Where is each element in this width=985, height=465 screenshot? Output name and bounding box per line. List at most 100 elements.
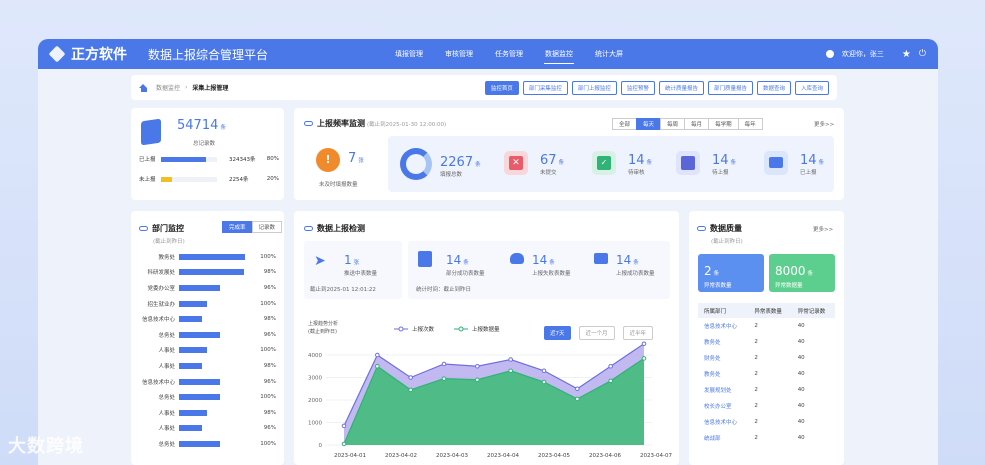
- data-point[interactable]: [408, 387, 413, 393]
- dept-row[interactable]: 科研发展处 98%: [131, 265, 276, 281]
- dept-link[interactable]: 财务处: [698, 350, 748, 366]
- data-point[interactable]: [375, 352, 380, 358]
- dept-link[interactable]: 信息技术中心: [698, 318, 748, 334]
- data-point[interactable]: [575, 386, 580, 392]
- dept-row[interactable]: 人事处 96%: [131, 421, 276, 437]
- quality-more-link[interactable]: 更多>>: [813, 225, 833, 233]
- dept-row[interactable]: 人事处 98%: [131, 405, 276, 421]
- cell: 2: [754, 435, 758, 441]
- data-point[interactable]: [508, 357, 513, 362]
- data-point[interactable]: [541, 379, 547, 385]
- dept-link[interactable]: 教务处: [698, 334, 748, 350]
- partial-unit: 条: [463, 260, 469, 266]
- tab-alert[interactable]: 监控预警: [620, 80, 655, 95]
- dept-bar: [179, 316, 203, 323]
- message-icon: [594, 253, 608, 264]
- detect-title-text: 数据上报检测: [317, 224, 365, 233]
- filter-monthly[interactable]: 每月: [684, 118, 710, 130]
- dept-link[interactable]: 教务处: [698, 366, 748, 382]
- power-icon[interactable]: ⏻: [919, 49, 926, 59]
- legend-label: 上报次数: [412, 325, 435, 333]
- table-row[interactable]: 教务处 2 40: [698, 334, 835, 350]
- frequency-more-link[interactable]: 更多>>: [814, 120, 834, 128]
- table-row[interactable]: 校长办公室 2 40: [698, 398, 835, 414]
- data-point[interactable]: [641, 356, 647, 361]
- home-icon[interactable]: [139, 83, 148, 92]
- dept-pct: 98%: [263, 362, 276, 369]
- data-point[interactable]: [375, 363, 380, 369]
- tab-dept-collect[interactable]: 部门采集监控: [522, 80, 568, 95]
- push-value: 1: [344, 253, 352, 267]
- dept-row[interactable]: 总务处 100%: [131, 389, 276, 405]
- table-row[interactable]: 信息技术中心 2 40: [698, 414, 835, 430]
- stat-unsubmitted: ✕ 67 条 未提交: [504, 149, 564, 176]
- cell: 2: [754, 387, 758, 393]
- data-point[interactable]: [641, 341, 647, 347]
- dept-row[interactable]: 人事处 100%: [131, 343, 276, 359]
- dept-row[interactable]: 总务处 96%: [131, 327, 276, 343]
- dept-row[interactable]: 招生就业办 100%: [131, 296, 276, 312]
- data-point[interactable]: [575, 396, 580, 402]
- dept-link[interactable]: 信息技术中心: [698, 414, 748, 430]
- dept-row[interactable]: 信息技术中心 96%: [131, 374, 276, 390]
- dept-row[interactable]: 教务处 100%: [131, 249, 276, 265]
- nav-review[interactable]: 审核管理: [434, 39, 484, 69]
- nav-fill[interactable]: 填报管理: [384, 39, 434, 69]
- table-row[interactable]: 教务处 2 40: [698, 366, 835, 382]
- nav-dashboard[interactable]: 统计大屏: [584, 39, 634, 69]
- table-row[interactable]: 财务处 2 40: [698, 350, 835, 366]
- data-point[interactable]: [475, 363, 480, 369]
- table-row[interactable]: 信息技术中心 2 40: [698, 318, 835, 334]
- tab-quality-report[interactable]: 统计质量报告: [658, 80, 704, 95]
- nav-monitor[interactable]: 数据监控: [534, 39, 584, 69]
- dept-link[interactable]: 统战部: [698, 430, 748, 446]
- dept-row[interactable]: 信息技术中心 98%: [131, 311, 276, 327]
- data-point[interactable]: [608, 363, 613, 369]
- filter-semester[interactable]: 每学期: [708, 118, 739, 130]
- clock-doc-icon: [681, 155, 695, 170]
- dept-name: 人事处: [158, 348, 175, 355]
- nav-task[interactable]: 任务管理: [484, 39, 534, 69]
- data-point[interactable]: [441, 376, 447, 381]
- table-row[interactable]: 统战部 2 40: [698, 430, 835, 446]
- tab-storage-query[interactable]: 入库查询: [794, 80, 829, 95]
- toggle-records[interactable]: 记录数: [251, 221, 283, 233]
- result-box: 14 条 部分成功表数量 14 条 上报失败表数量 14 条 上报成功表数量 统计时间…: [408, 241, 670, 299]
- overdue-unit: 张: [358, 158, 364, 164]
- stat-pending-report-unit: 条: [730, 160, 737, 166]
- reported-pct: 80%: [266, 156, 279, 162]
- cell: 40: [797, 339, 805, 345]
- tab-dept-report[interactable]: 部门上报监控: [571, 80, 617, 95]
- filter-all[interactable]: 全部: [612, 118, 638, 130]
- data-point[interactable]: [541, 368, 547, 374]
- star-icon[interactable]: ★: [902, 49, 911, 60]
- dept-row[interactable]: 总务处 100%: [131, 436, 276, 452]
- tab-dept-quality[interactable]: 部门质量报告: [707, 80, 753, 95]
- breadcrumb-parent[interactable]: 数据监控: [156, 83, 180, 92]
- table-doc-icon: [418, 251, 432, 267]
- dept-name: 人事处: [158, 410, 175, 417]
- filter-weekly[interactable]: 每周: [660, 118, 686, 130]
- dept-row[interactable]: 人事处 98%: [131, 358, 276, 374]
- stat-total: 2267 条 填报总数: [400, 148, 481, 180]
- quality-table-wrap: 所属部门 异常表数量 异常记录数 信息技术中心 2 40 教务处 2 40 财务处 2 40 教务…: [698, 303, 835, 446]
- data-point[interactable]: [608, 378, 613, 384]
- toggle-completion[interactable]: 完成率: [222, 221, 253, 233]
- data-point[interactable]: [508, 368, 513, 374]
- stat-unsubmitted-label: 未提交: [540, 170, 557, 176]
- table-row[interactable]: 发展规划处 2 40: [698, 382, 835, 398]
- dept-link[interactable]: 发展规划处: [698, 382, 748, 398]
- data-point[interactable]: [408, 375, 413, 380]
- data-point[interactable]: [475, 377, 480, 383]
- dept-row[interactable]: 党委办公室 96%: [131, 280, 276, 296]
- tab-data-query[interactable]: 数据查询: [756, 80, 791, 95]
- dept-link[interactable]: 校长办公室: [698, 398, 748, 414]
- filter-yearly[interactable]: 每年: [737, 118, 763, 130]
- user-greeting[interactable]: 欢迎你，张三: [842, 49, 884, 59]
- filter-daily[interactable]: 每天: [636, 118, 662, 130]
- tab-monitor-home[interactable]: 监控首页: [484, 80, 519, 95]
- data-point[interactable]: [341, 423, 347, 429]
- data-point[interactable]: [341, 441, 347, 447]
- dept-name: 信息技术中心: [141, 379, 175, 386]
- data-point[interactable]: [441, 361, 447, 367]
